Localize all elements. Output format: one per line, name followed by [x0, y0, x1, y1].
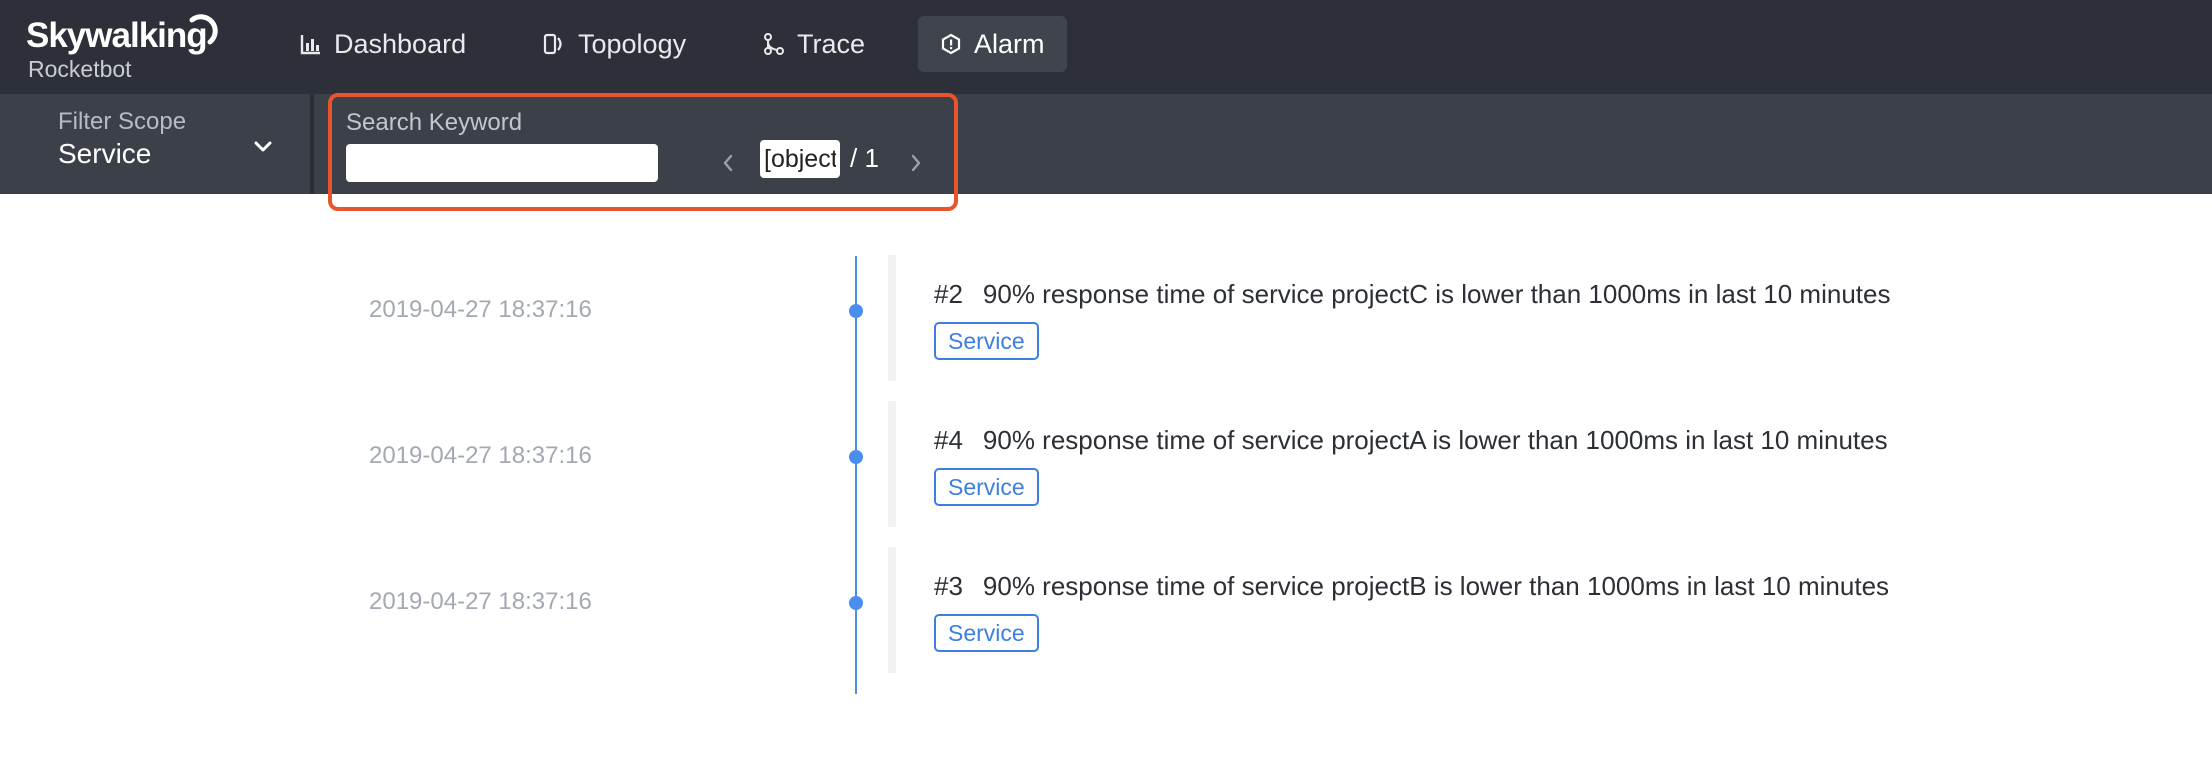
alarm-time: 2019-04-27 18:37:16 — [369, 296, 592, 323]
alarm-scope-tag: Service — [934, 468, 1039, 506]
page-number-input[interactable] — [760, 140, 840, 178]
alarm-scope-tag: Service — [934, 322, 1039, 360]
page-total: / 1 — [850, 143, 879, 173]
nav-item-label: Trace — [797, 28, 866, 59]
nav-item-trace[interactable]: Trace — [741, 16, 887, 72]
alarm-item[interactable]: #2 90% response time of service projectC … — [888, 255, 2096, 381]
chevron-right-icon — [911, 154, 921, 172]
timeline-line — [855, 256, 857, 694]
alarm-id: #2 — [934, 279, 963, 309]
next-page-button[interactable] — [902, 146, 930, 180]
chevron-left-icon — [723, 154, 733, 172]
logo-arc-icon — [189, 14, 218, 45]
alarm-id: #4 — [934, 425, 963, 455]
search-keyword-input[interactable] — [346, 144, 658, 182]
chevron-down-icon — [254, 141, 272, 152]
alarm-icon — [941, 33, 961, 55]
alarm-time: 2019-04-27 18:37:16 — [369, 588, 592, 615]
filter-scope-value: Service — [58, 138, 152, 169]
trace-icon — [764, 33, 784, 55]
logo-subtitle: Rocketbot — [28, 56, 132, 82]
timeline-dot — [849, 304, 863, 318]
nav-item-dashboard[interactable]: Dashboard — [278, 16, 488, 72]
alarm-text: 90% response time of service projectB is… — [982, 571, 1890, 601]
alarm-text: 90% response time of service projectA is… — [982, 425, 1888, 455]
nav-item-topology[interactable]: Topology — [520, 16, 708, 72]
filter-scope-label: Filter Scope — [58, 108, 187, 135]
alarm-item[interactable]: #3 90% response time of service projectB … — [888, 547, 2096, 673]
nav-item-label: Dashboard — [334, 28, 467, 59]
alarm-item[interactable]: #4 90% response time of service projectA … — [888, 401, 2096, 527]
nav-item-alarm[interactable]: Alarm — [918, 16, 1067, 72]
logo-title: Skywalking — [26, 16, 208, 55]
alarm-message: #4 90% response time of service projectA … — [934, 425, 1888, 456]
search-keyword-label: Search Keyword — [346, 109, 523, 136]
top-navigation-bar: Skywalking Rocketbot Dashboard Topology … — [0, 0, 2212, 94]
filter-toolbar: Filter Scope Service Search Keyword / 1 — [0, 94, 2212, 194]
nav-item-label: Topology — [578, 28, 687, 59]
topology-icon — [543, 33, 562, 55]
timeline-dot — [849, 596, 863, 610]
logo[interactable]: Skywalking Rocketbot — [26, 14, 218, 84]
alarm-message: #3 90% response time of service projectB … — [934, 571, 1889, 602]
timeline-dot — [849, 450, 863, 464]
bar-chart-icon — [300, 35, 320, 55]
alarm-scope-tag: Service — [934, 614, 1039, 652]
previous-page-button[interactable] — [714, 146, 742, 180]
filter-scope-select[interactable]: Filter Scope Service — [0, 94, 314, 194]
alarm-time: 2019-04-27 18:37:16 — [369, 442, 592, 469]
alarm-message: #2 90% response time of service projectC … — [934, 279, 1890, 310]
alarm-id: #3 — [934, 571, 963, 601]
alarm-text: 90% response time of service projectC is… — [982, 279, 1891, 309]
nav-item-label: Alarm — [974, 28, 1045, 59]
